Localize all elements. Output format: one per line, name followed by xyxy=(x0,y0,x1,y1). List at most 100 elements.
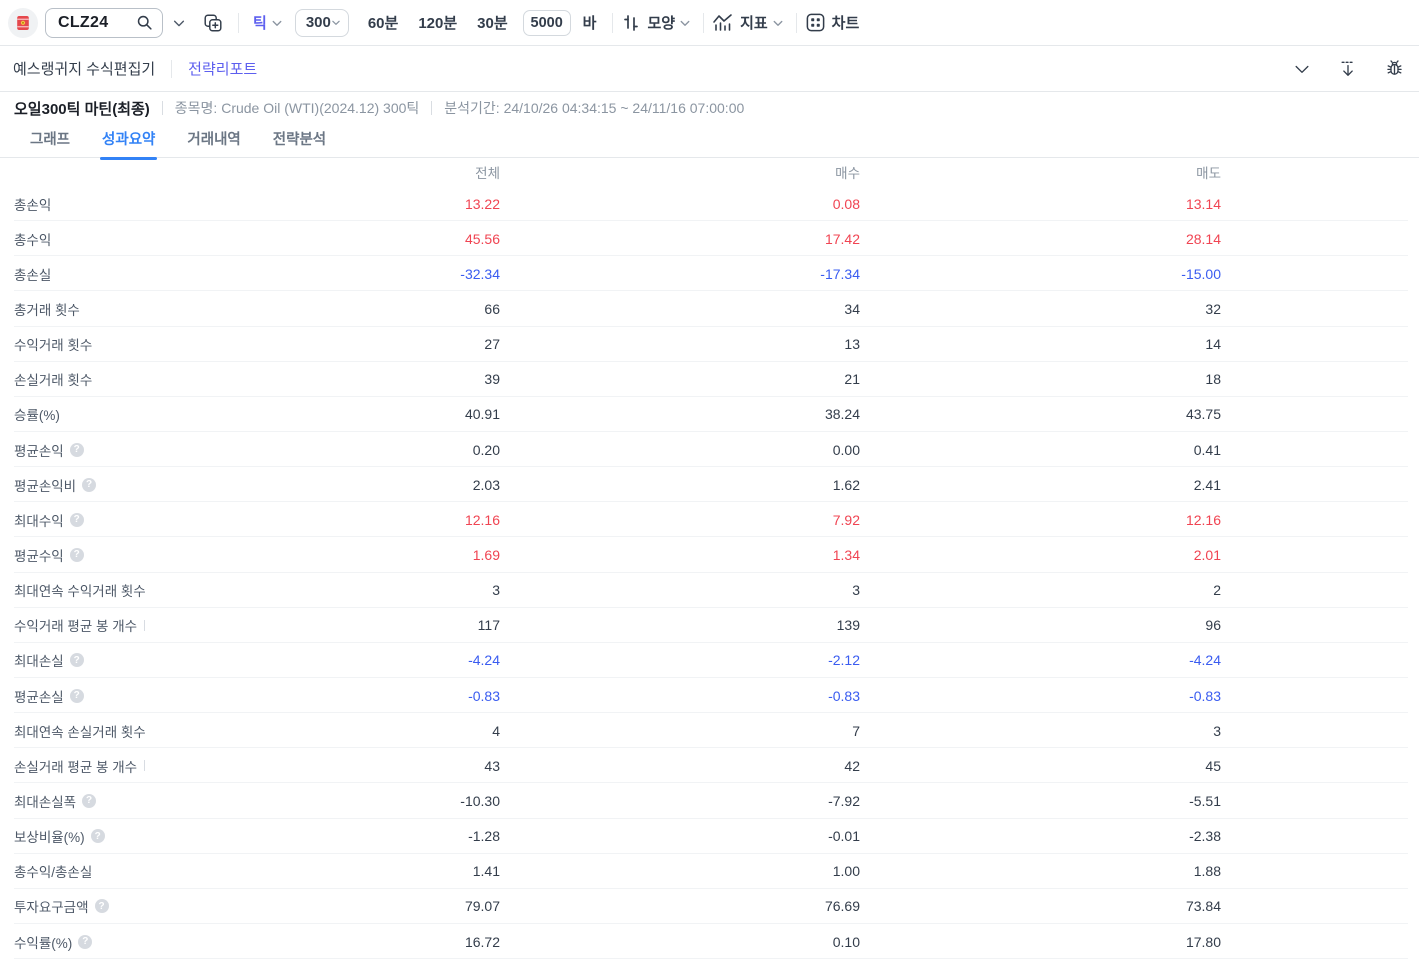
value-buy: 1.34 xyxy=(640,547,860,563)
tick-size-select[interactable]: 300 xyxy=(295,9,349,37)
interval-button[interactable]: 120분 xyxy=(413,8,462,37)
metric-label: 총거래 횟수 xyxy=(14,299,80,319)
toolbar-divider xyxy=(796,13,797,33)
metric-label: 투자요구금액 xyxy=(14,896,89,916)
value-buy: 34 xyxy=(640,301,860,317)
indicator-menu[interactable]: 지표 xyxy=(712,12,784,33)
value-sell: 2 xyxy=(1001,582,1221,598)
value-sell: -5.51 xyxy=(1001,793,1221,809)
value-buy: 21 xyxy=(640,371,860,387)
table-row: 총수익 ? 45.56 17.42 28.14 xyxy=(0,221,1419,256)
label-tickmark xyxy=(144,620,145,631)
report-tab[interactable]: 그래프 xyxy=(28,124,72,159)
metric-label: 최대손실 xyxy=(14,650,64,670)
value-total: 27 xyxy=(280,336,500,352)
shape-chevron-icon xyxy=(679,17,691,29)
help-icon[interactable]: ? xyxy=(82,794,96,808)
metric-label: 보상비율(%) xyxy=(14,826,85,846)
symbol-value: CLZ24 xyxy=(58,14,136,32)
symbol-dropdown-chevron-icon[interactable] xyxy=(172,16,186,30)
table-row: 보상비율(%) ? -1.28 -0.01 -2.38 xyxy=(0,819,1419,854)
menubar-actions xyxy=(1292,58,1407,79)
value-sell: 0.41 xyxy=(1001,442,1221,458)
value-total: 0.20 xyxy=(280,442,500,458)
interval-button[interactable]: 60분 xyxy=(363,8,404,37)
value-total: -0.83 xyxy=(280,688,500,704)
table-row: 최대연속 손실거래 횟수 ? 4 7 3 xyxy=(0,713,1419,748)
value-sell: 13.14 xyxy=(1001,196,1221,212)
table-row: 평균수익 ? 1.69 1.34 2.01 xyxy=(0,537,1419,572)
value-buy: 7.92 xyxy=(640,512,860,528)
tick-size-value: 300 xyxy=(306,14,331,31)
tick-mode-chevron-icon[interactable] xyxy=(271,17,283,29)
value-sell: 96 xyxy=(1001,617,1221,633)
value-buy: 76.69 xyxy=(640,898,860,914)
value-buy: 139 xyxy=(640,617,860,633)
help-icon[interactable]: ? xyxy=(91,829,105,843)
report-tab[interactable]: 성과요약 xyxy=(100,124,157,159)
metric-label: 최대수익 xyxy=(14,510,64,530)
value-total: -1.28 xyxy=(280,828,500,844)
help-icon[interactable]: ? xyxy=(70,689,84,703)
value-sell: -4.24 xyxy=(1001,652,1221,668)
bar-count-input[interactable]: 5000 xyxy=(523,10,571,36)
help-icon[interactable]: ? xyxy=(78,935,92,949)
value-sell: 73.84 xyxy=(1001,898,1221,914)
info-divider xyxy=(162,101,163,115)
download-icon[interactable] xyxy=(1338,59,1358,79)
value-total: 45.56 xyxy=(280,231,500,247)
chart-layout-menu[interactable]: 차트 xyxy=(805,12,860,33)
value-buy: 0.08 xyxy=(640,196,860,212)
performance-summary-table: 전체매수매도 총손익 ? 13.22 0.08 13.14 총수익 ? 45.5… xyxy=(0,158,1419,959)
value-buy: 0.10 xyxy=(640,934,860,950)
value-buy: -2.12 xyxy=(640,652,860,668)
table-row: 최대연속 수익거래 횟수 ? 3 3 2 xyxy=(0,573,1419,608)
metric-label: 수익률(%) xyxy=(14,932,72,952)
help-icon[interactable]: ? xyxy=(70,513,84,527)
menubar-divider xyxy=(171,60,172,78)
indicator-chart-icon xyxy=(712,13,734,33)
metric-label: 평균수익 xyxy=(14,545,64,565)
value-total: 13.22 xyxy=(280,196,500,212)
symbol-search-input[interactable]: CLZ24 xyxy=(45,8,163,38)
metric-label: 총수익/총손실 xyxy=(14,861,92,881)
value-sell: 2.41 xyxy=(1001,477,1221,493)
value-buy: 1.00 xyxy=(640,863,860,879)
table-header-row: 전체매수매도 xyxy=(0,158,1419,186)
value-buy: 0.00 xyxy=(640,442,860,458)
strategy-name: 오일300틱 마틴(최종) xyxy=(14,98,150,119)
interval-button[interactable]: 30분 xyxy=(472,8,513,37)
help-icon[interactable]: ? xyxy=(95,899,109,913)
debug-bug-icon[interactable] xyxy=(1384,58,1405,79)
metric-label: 총손실 xyxy=(14,264,51,284)
report-tab[interactable]: 거래내역 xyxy=(185,124,242,159)
value-total: 1.69 xyxy=(280,547,500,563)
value-sell: 14 xyxy=(1001,336,1221,352)
value-sell: -2.38 xyxy=(1001,828,1221,844)
metric-label: 수익거래 횟수 xyxy=(14,334,92,354)
instrument-name: 종목명: Crude Oil (WTI)(2024.12) 300틱 xyxy=(175,98,419,118)
table-row: 손실거래 평균 봉 개수 ? 43 42 45 xyxy=(0,748,1419,783)
help-icon[interactable]: ? xyxy=(82,478,96,492)
strategy-report-link[interactable]: 전략리포트 xyxy=(188,58,257,79)
label-tickmark xyxy=(144,760,145,771)
formula-editor-button[interactable]: 예스랭귀지 수식편집기 xyxy=(13,56,155,81)
tick-mode-button[interactable]: 틱 xyxy=(253,12,267,33)
report-tab[interactable]: 전략분석 xyxy=(271,124,328,159)
help-icon[interactable]: ? xyxy=(70,548,84,562)
duplicate-chart-icon[interactable] xyxy=(202,12,224,34)
collapse-chevron-icon[interactable] xyxy=(1292,59,1312,79)
bar-mode-button[interactable]: 바 xyxy=(579,10,601,35)
column-header: 전체 xyxy=(280,162,500,182)
help-icon[interactable]: ? xyxy=(70,443,84,457)
search-icon[interactable] xyxy=(136,14,153,31)
value-sell: 1.88 xyxy=(1001,863,1221,879)
shape-menu[interactable]: 모양 xyxy=(621,12,691,33)
metric-label: 평균손익비 xyxy=(14,475,76,495)
column-header: 매수 xyxy=(640,162,860,182)
value-buy: 17.42 xyxy=(640,231,860,247)
help-icon[interactable]: ? xyxy=(70,653,84,667)
strategy-infobar: 오일300틱 마틴(최종) 종목명: Crude Oil (WTI)(2024.… xyxy=(0,92,1419,124)
value-buy: 3 xyxy=(640,582,860,598)
metric-label: 최대연속 수익거래 횟수 xyxy=(14,580,146,600)
